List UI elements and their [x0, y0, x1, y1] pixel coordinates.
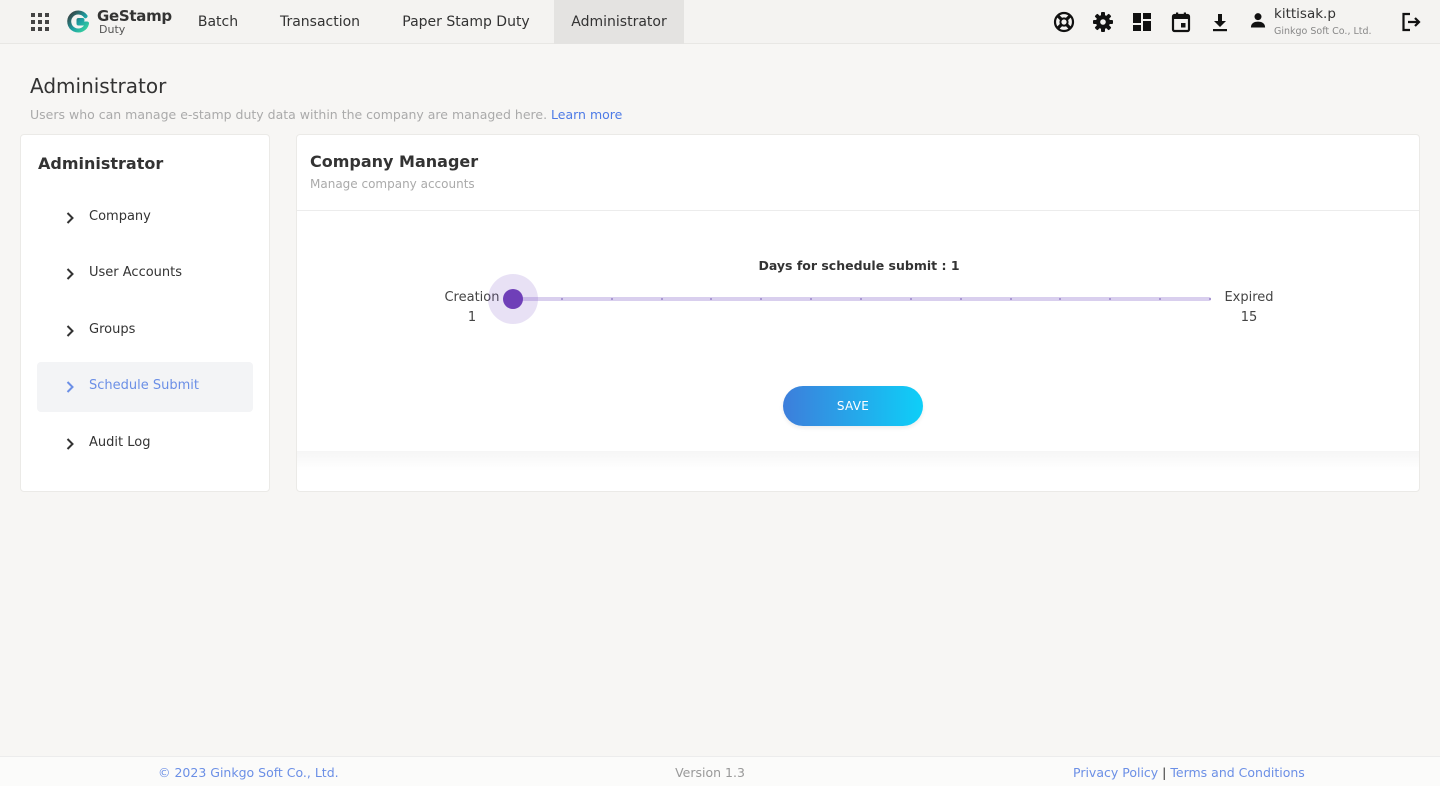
- app-launcher-grid-icon[interactable]: [30, 12, 50, 32]
- slider-tick-mark: [560, 298, 563, 300]
- page-footer: © 2023 Ginkgo Soft Co., Ltd. Version 1.3…: [0, 756, 1440, 786]
- slider-tick-mark: [1159, 298, 1162, 300]
- schedule-days-slider-track[interactable]: [513, 297, 1211, 301]
- privacy-policy-link[interactable]: Privacy Policy: [1073, 765, 1158, 780]
- slider-tick-mark: [610, 298, 613, 300]
- slider-max-label: Expired: [1224, 290, 1274, 305]
- card-divider: [297, 210, 1419, 211]
- slider-tick-mark: [1009, 298, 1012, 300]
- footer-separator: |: [1162, 765, 1167, 780]
- calendar-icon[interactable]: [1169, 10, 1193, 34]
- user-company: Ginkgo Soft Co., Ltd.: [1274, 26, 1372, 37]
- slider-max-value: 15: [1240, 310, 1258, 325]
- page-description-text: Users who can manage e-stamp duty data w…: [30, 107, 548, 122]
- logo-subtitle: Duty: [99, 23, 126, 36]
- slider-tick-mark: [959, 298, 962, 300]
- schedule-days-label: Days for schedule submit : 1: [758, 258, 960, 273]
- sidebar-item-user-accounts[interactable]: User Accounts: [37, 249, 253, 299]
- chevron-right-icon: [66, 212, 74, 224]
- schedule-days-slider-thumb[interactable]: [503, 289, 523, 309]
- gestamp-logo-icon: [67, 10, 89, 33]
- gestamp-logo[interactable]: GeStamp Duty: [66, 6, 176, 38]
- sidebar-title: Administrator: [38, 154, 164, 173]
- page-description: Users who can manage e-stamp duty data w…: [30, 107, 622, 122]
- settings-gear-icon[interactable]: [1091, 10, 1115, 34]
- page-title: Administrator: [30, 74, 167, 98]
- card-title: Company Manager: [310, 152, 479, 171]
- slider-tick-mark: [660, 298, 663, 300]
- download-icon[interactable]: [1208, 10, 1232, 34]
- top-navigation-bar: GeStamp Duty Batch Transaction Paper Sta…: [0, 0, 1440, 44]
- nav-tab-transaction[interactable]: Transaction: [264, 0, 376, 44]
- dashboard-icon[interactable]: [1130, 10, 1154, 34]
- sidebar-item-groups[interactable]: Groups: [37, 306, 253, 356]
- user-menu[interactable]: kittisak.p Ginkgo Soft Co., Ltd.: [1248, 4, 1388, 40]
- sidebar-item-label: Company: [89, 209, 151, 224]
- slider-tick-mark: [860, 298, 862, 300]
- save-button[interactable]: SAVE: [783, 386, 923, 426]
- footer-legal-links: Privacy Policy | Terms and Conditions: [1073, 765, 1305, 780]
- sidebar-item-audit-log[interactable]: Audit Log: [37, 419, 253, 469]
- sidebar-item-label: Schedule Submit: [89, 378, 199, 393]
- sidebar-item-label: Audit Log: [89, 435, 151, 450]
- sidebar-item-label: Groups: [89, 322, 136, 337]
- learn-more-link[interactable]: Learn more: [551, 107, 622, 122]
- slider-tick-mark: [909, 298, 912, 300]
- nav-tab-paper-stamp-duty[interactable]: Paper Stamp Duty: [386, 0, 546, 44]
- user-icon: [1250, 13, 1266, 28]
- chevron-right-icon: [66, 438, 74, 450]
- slider-tick-mark: [1109, 298, 1112, 300]
- nav-tab-administrator[interactable]: Administrator: [554, 0, 684, 44]
- chevron-right-icon: [66, 325, 74, 337]
- slider-tick-mark: [1059, 298, 1062, 300]
- chevron-right-icon: [66, 381, 74, 393]
- slider-tick-mark: [760, 298, 763, 300]
- nav-tab-batch[interactable]: Batch: [184, 0, 252, 44]
- sidebar-item-company[interactable]: Company: [37, 193, 253, 243]
- user-name: kittisak.p: [1274, 6, 1336, 22]
- support-icon[interactable]: [1052, 10, 1076, 34]
- sidebar-item-schedule-submit[interactable]: Schedule Submit: [37, 362, 253, 412]
- chevron-right-icon: [66, 268, 74, 280]
- slider-tick-mark: [710, 298, 713, 300]
- logout-icon[interactable]: [1399, 10, 1423, 34]
- admin-sidebar: Administrator Company User Accounts Grou…: [20, 134, 270, 492]
- card-subtitle: Manage company accounts: [310, 177, 475, 191]
- card-bottom-fade: [297, 451, 1419, 471]
- sidebar-item-label: User Accounts: [89, 265, 183, 280]
- slider-tick-mark: [1209, 298, 1211, 300]
- terms-conditions-link[interactable]: Terms and Conditions: [1170, 765, 1304, 780]
- company-manager-card: Company Manager Manage company accounts …: [296, 134, 1420, 492]
- slider-tick-mark: [810, 298, 813, 300]
